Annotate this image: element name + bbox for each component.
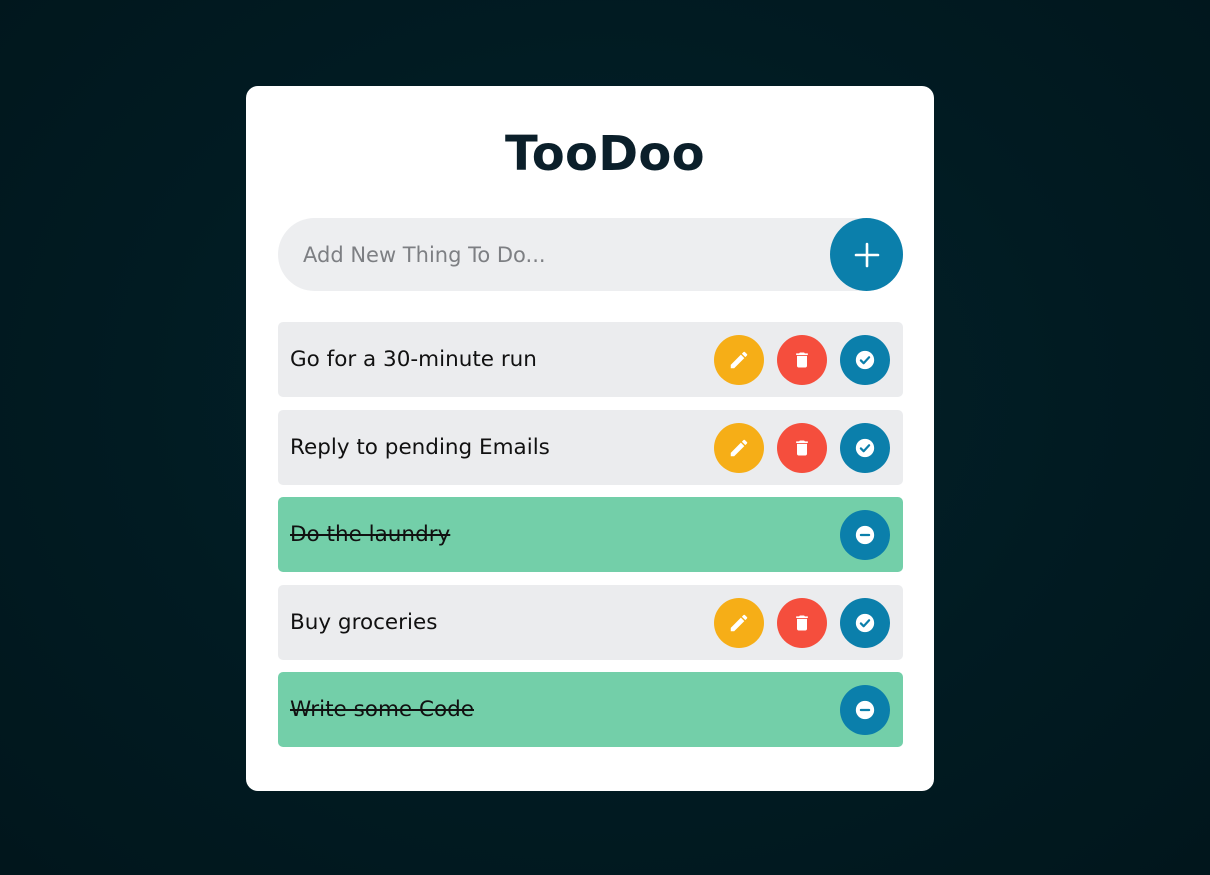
edit-button[interactable] (714, 335, 764, 385)
todo-item: Reply to pending Emails (278, 409, 903, 485)
delete-button[interactable] (777, 597, 827, 648)
delete-button[interactable] (777, 422, 827, 473)
todo-item-completed: Write some Code (278, 672, 903, 747)
todo-item: Go for a 30-minute run (278, 322, 903, 397)
check-circle-icon (854, 349, 876, 371)
todo-text: Go for a 30-minute run (290, 347, 537, 372)
trash-icon (792, 613, 812, 633)
complete-button[interactable] (840, 422, 890, 473)
check-circle-icon (854, 612, 876, 634)
plus-icon (854, 242, 880, 268)
todo-actions (840, 685, 890, 735)
todo-item: Buy groceries (278, 584, 903, 660)
edit-button[interactable] (714, 422, 764, 473)
todo-list: Go for a 30-minute run Reply to pending … (278, 322, 903, 760)
todo-actions (714, 597, 890, 648)
undo-complete-button[interactable] (840, 510, 890, 560)
edit-button[interactable] (714, 597, 764, 648)
todo-actions (714, 422, 890, 473)
complete-button[interactable] (840, 597, 890, 648)
check-circle-icon (854, 437, 876, 459)
todo-text: Do the laundry (290, 522, 451, 547)
pencil-icon (728, 612, 750, 634)
todo-text: Reply to pending Emails (290, 434, 550, 460)
todo-actions (840, 510, 890, 560)
todo-actions (714, 335, 890, 385)
pencil-icon (728, 437, 750, 459)
todo-item-completed: Do the laundry (278, 497, 903, 572)
trash-icon (792, 438, 812, 458)
new-todo-input[interactable] (278, 218, 903, 291)
minus-circle-icon (854, 524, 876, 546)
complete-button[interactable] (840, 335, 890, 385)
add-todo-form (278, 218, 903, 291)
trash-icon (792, 350, 812, 370)
app-title: TooDoo (505, 126, 705, 182)
undo-complete-button[interactable] (840, 685, 890, 735)
delete-button[interactable] (777, 335, 827, 385)
todo-text: Write some Code (290, 697, 474, 722)
pencil-icon (728, 349, 750, 371)
todo-text: Buy groceries (290, 609, 438, 635)
minus-circle-icon (854, 699, 876, 721)
add-todo-button[interactable] (830, 218, 903, 291)
